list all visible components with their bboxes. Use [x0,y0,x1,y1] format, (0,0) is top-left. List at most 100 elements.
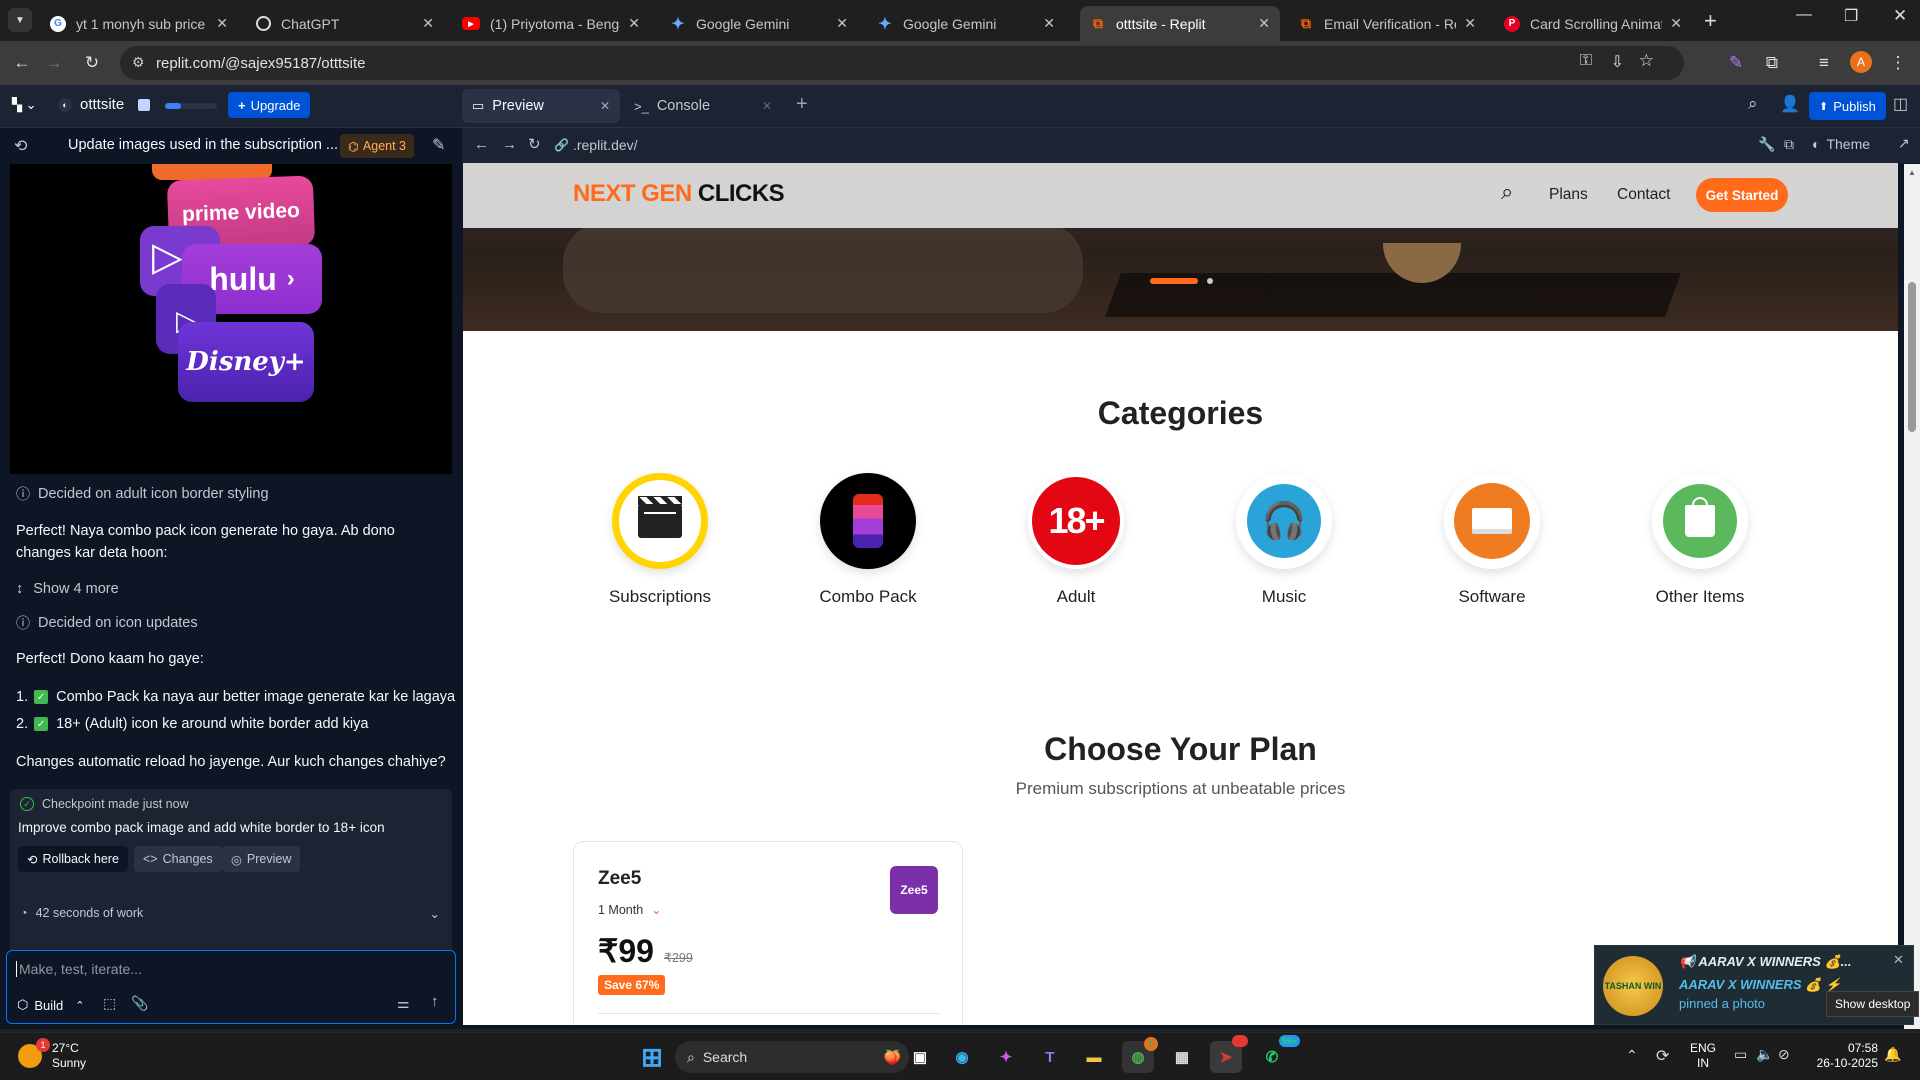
slider-dot[interactable] [1207,278,1213,284]
upgrade-button[interactable]: + Upgrade [228,92,311,118]
reload-icon[interactable]: ↻ [80,51,104,75]
close-icon[interactable]: ✕ [422,15,434,32]
category-subscriptions[interactable]: Subscriptions [560,473,760,607]
project-selector[interactable]: ◐ otttsite [58,96,124,113]
attach-icon[interactable]: 📎 [131,995,148,1012]
browser-tab[interactable]: G yt 1 monyh sub price - Go ✕ [40,6,238,41]
clock[interactable]: 07:58 26-10-2025 [1812,1041,1878,1071]
language-indicator[interactable]: ENG IN [1690,1041,1716,1071]
plan-card[interactable]: Zee5 1 Month ⌄ Zee5 ₹99 ₹299 Save 67% [573,841,963,1025]
generated-combo-image[interactable]: prime video ▷ hulu › ▷ Disney+ [10,164,452,474]
browser-tab[interactable]: P Card Scrolling Animation ✕ [1494,6,1692,41]
devtools-wrench-icon[interactable]: 🔧 [1758,136,1775,153]
agent-input-box[interactable]: Make, test, iterate... ⬡ Build ⌃ ⬚ 📎 ⚌ ↑ [6,950,456,1024]
notification-bell-icon[interactable]: 🔔 [1884,1046,1901,1063]
replit-logo-icon[interactable]: ▚ ⌄ [12,97,37,113]
scrollbar-thumb[interactable] [1908,282,1916,432]
forward-icon[interactable]: → [42,51,66,75]
tab-search-button[interactable]: ▼ [8,8,32,32]
changes-button[interactable]: <> Changes [134,846,222,872]
tray-sync-icon[interactable]: ⟳ [1656,1046,1669,1066]
close-icon[interactable]: ✕ [628,15,640,32]
site-logo[interactable]: NEXT GEN CLICKS [573,180,785,208]
search-icon[interactable]: ⌕ [1748,94,1758,114]
browser-tab[interactable]: ▶ (1) Priyotoma - Bengali Ly ✕ [452,6,650,41]
copilot-icon[interactable]: ✦ [990,1041,1022,1073]
bookmark-star-icon[interactable]: ☆ [1639,51,1654,71]
edge-icon[interactable]: ◉ [946,1041,978,1073]
forward-icon[interactable]: → [502,136,517,153]
whatsapp-icon[interactable]: ✆ 99+ [1256,1035,1300,1073]
browser-tab[interactable]: ChatGPT ✕ [246,6,444,41]
slider-dot-active[interactable] [1150,278,1198,284]
work-time-row[interactable]: ◔ 42 seconds of work ⌄ [10,897,452,929]
address-bar[interactable]: ⚙ replit.com/@sajex95187/otttsite ⚿ ⇩ ☆ [120,46,1684,80]
select-element-icon[interactable]: ⬚ [103,995,116,1012]
reload-icon[interactable]: ↻ [528,135,541,153]
preview-url-field[interactable]: 🔗 .replit.dev/ [554,137,638,153]
volume-icon[interactable]: 🔈 [1756,1046,1773,1063]
file-explorer-icon[interactable]: ▬ [1078,1041,1110,1073]
weather-widget[interactable]: 1 27°C Sunny [18,1038,86,1071]
stop-icon[interactable] [138,99,150,111]
chrome-menu-icon[interactable]: ⋮ [1886,51,1910,75]
network-icon[interactable]: ▭ [1734,1046,1747,1063]
search-icon[interactable]: ⌕ [1501,179,1513,205]
browser-tab-active[interactable]: ⧉ otttsite - Replit ✕ [1080,6,1280,41]
close-icon[interactable]: ✕ [600,99,610,113]
preview-button[interactable]: ◎ Preview [222,846,301,872]
tab-preview[interactable]: ▭ Preview ✕ [462,89,620,123]
restore-button[interactable]: ❐ [1844,6,1858,26]
extensions-puzzle-icon[interactable]: ⧉ [1760,51,1784,75]
minimize-button[interactable]: — [1796,6,1812,24]
close-icon[interactable]: ✕ [1043,15,1055,32]
category-adult[interactable]: 18+ Adult [976,473,1176,607]
battery-icon[interactable]: ⊘ [1778,1046,1790,1063]
responsive-devices-icon[interactable]: ⧉ [1784,136,1794,153]
back-icon[interactable]: ← [474,136,489,153]
extension-icon[interactable]: ✎ [1724,51,1748,75]
category-music[interactable]: 🎧 Music [1184,473,1384,607]
show-more-button[interactable]: ↕ Show 4 more [16,581,119,597]
history-icon[interactable]: ⟲ [14,136,27,156]
media-control-icon[interactable]: ≡ [1812,51,1836,75]
close-icon[interactable]: ✕ [1670,15,1682,32]
window-close-button[interactable]: ✕ [1893,6,1907,26]
tray-chevron-icon[interactable]: ⌃ [1626,1047,1638,1064]
publish-button[interactable]: ⬆ Publish [1809,92,1886,120]
rollback-button[interactable]: ⟲ Rollback here [18,846,128,872]
teams-icon[interactable]: T [1034,1041,1066,1073]
tab-console[interactable]: >_ Console ✕ [624,89,782,123]
site-info-icon[interactable]: ⚙ [132,54,145,71]
store-icon[interactable]: ▦ [1166,1041,1198,1073]
open-new-window-icon[interactable]: ↗ [1898,135,1910,152]
browser-tab[interactable]: ✦ Google Gemini ✕ [660,6,858,41]
close-icon[interactable]: ✕ [836,15,848,32]
duration-select[interactable]: 1 Month ⌄ [598,902,662,918]
profile-avatar[interactable]: A [1850,51,1872,73]
build-mode-button[interactable]: ⬡ Build ⌃ [17,997,85,1013]
nav-contact[interactable]: Contact [1617,186,1670,204]
toggle-panel-icon[interactable]: ◫ [1893,94,1908,114]
send-arrow-icon[interactable]: ↑ [431,993,439,1010]
password-key-icon[interactable]: ⚿ [1580,52,1592,70]
back-icon[interactable]: ← [10,51,34,75]
taskbar-search[interactable]: ⌕ Search 🍑 [675,1041,909,1073]
thinking-step[interactable]: ⓘ Decided on adult icon border styling [16,484,269,504]
category-software[interactable]: Software [1392,473,1592,607]
get-started-button[interactable]: Get Started [1696,178,1788,212]
browser-tab[interactable]: ⧉ Email Verification - Replit ✕ [1288,6,1486,41]
settings-sliders-icon[interactable]: ⚌ [397,995,410,1012]
new-tab-button[interactable]: + [1704,8,1717,34]
category-combo-pack[interactable]: Combo Pack [768,473,968,607]
task-view-icon[interactable]: ▣ [904,1041,936,1073]
theme-button[interactable]: ◐ Theme [1812,136,1870,152]
browser-tab[interactable]: ✦ Google Gemini ✕ [867,6,1065,41]
invite-user-icon[interactable]: 👤 [1780,94,1800,114]
new-chat-icon[interactable]: ✎ [432,135,445,155]
install-app-icon[interactable]: ⇩ [1611,52,1624,72]
thinking-step[interactable]: ⓘ Decided on icon updates [16,613,198,633]
windows-start-icon[interactable]: ⊞ [636,1041,668,1073]
close-icon[interactable]: ✕ [1893,952,1904,968]
category-other-items[interactable]: Other Items [1600,473,1800,607]
